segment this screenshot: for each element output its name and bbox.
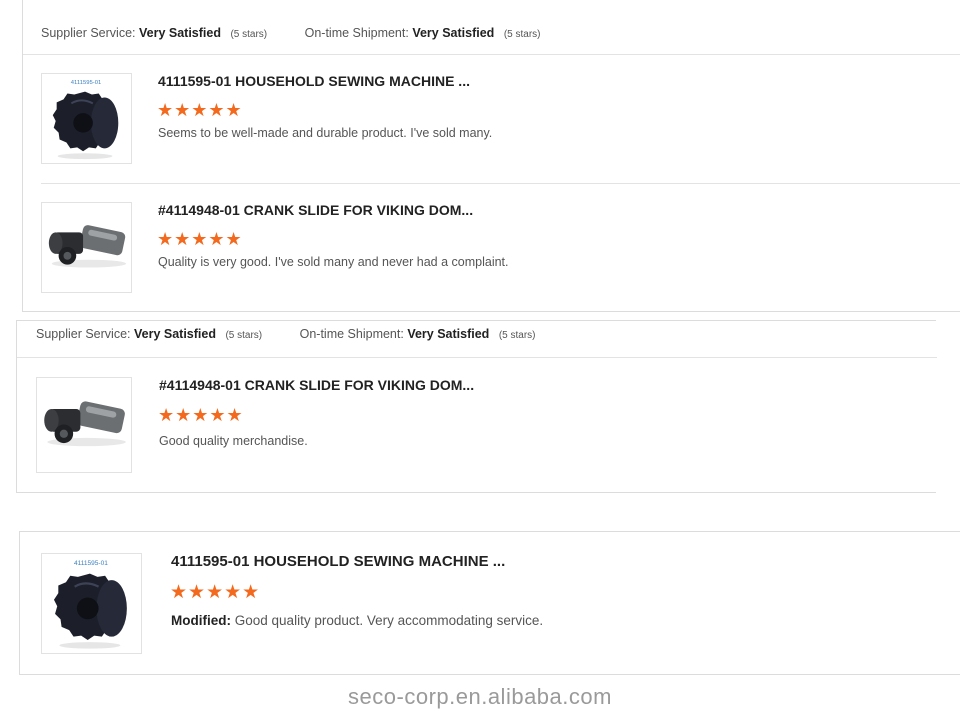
product-title-link[interactable]: #4114948-01 CRANK SLIDE FOR VIKING DOM..…: [158, 202, 473, 218]
knob-part-icon: 4111595-01: [53, 560, 127, 649]
shipment-rating: On-time Shipment: Very Satisfied (5 star…: [300, 327, 536, 341]
star-rating: ★★★★★: [170, 582, 261, 603]
knob-part-icon: 4111595-01: [52, 80, 119, 160]
star-rating: ★★★★★: [157, 229, 243, 249]
supplier-service-stars: (5 stars): [230, 29, 268, 40]
thumb-caption: 4111595-01: [71, 80, 101, 86]
review-text: Good quality merchandise.: [159, 434, 308, 448]
supplier-service-stars: (5 stars): [225, 330, 263, 341]
review-text: Quality is very good. I've sold many and…: [158, 255, 509, 269]
supplier-service-label: Supplier Service:: [41, 26, 136, 40]
divider: [41, 183, 960, 184]
crank-slide-icon: [44, 401, 126, 447]
shipment-label: On-time Shipment:: [299, 327, 404, 341]
shipment-label: On-time Shipment:: [304, 26, 409, 40]
product-thumbnail[interactable]: 4111595-01: [41, 73, 132, 164]
review-card-2: Supplier Service: Very Satisfied (5 star…: [16, 320, 937, 493]
product-thumbnail[interactable]: 4111595-01: [41, 553, 142, 654]
review-body: Good quality product. Very accommodating…: [234, 613, 544, 628]
thumb-caption: 4111595-01: [74, 560, 108, 567]
modified-label: Modified:: [171, 613, 231, 628]
supplier-service-label: Supplier Service:: [36, 327, 131, 341]
supplier-service-value: Very Satisfied: [138, 26, 221, 40]
rating-summary: Supplier Service: Very Satisfied (5 star…: [36, 327, 535, 341]
review-text: Seems to be well-made and durable produc…: [158, 126, 493, 140]
supplier-service-value: Very Satisfied: [133, 327, 216, 341]
product-thumbnail[interactable]: [36, 377, 132, 473]
watermark-text: seco-corp.en.alibaba.com: [348, 684, 612, 709]
divider: [17, 357, 937, 358]
supplier-service-rating: Supplier Service: Very Satisfied (5 star…: [36, 327, 262, 341]
shipment-value: Very Satisfied: [412, 26, 495, 40]
star-rating: ★★★★★: [158, 405, 244, 425]
product-title-link[interactable]: 4111595-01 HOUSEHOLD SEWING MACHINE ...: [171, 553, 505, 570]
shipment-stars: (5 stars): [498, 330, 536, 341]
shipment-rating: On-time Shipment: Very Satisfied (5 star…: [305, 26, 541, 40]
shipment-stars: (5 stars): [503, 29, 541, 40]
review-card-1: Supplier Service: Very Satisfied (5 star…: [22, 0, 960, 312]
product-title-link[interactable]: 4111595-01 HOUSEHOLD SEWING MACHINE ...: [158, 73, 470, 89]
shipment-value: Very Satisfied: [407, 327, 490, 341]
product-thumbnail[interactable]: [41, 202, 132, 293]
crank-slide-icon: [48, 225, 127, 268]
supplier-service-rating: Supplier Service: Very Satisfied (5 star…: [41, 26, 267, 40]
star-rating: ★★★★★: [157, 100, 243, 120]
product-title-link[interactable]: #4114948-01 CRANK SLIDE FOR VIKING DOM..…: [159, 377, 474, 393]
divider: [23, 54, 960, 55]
rating-summary: Supplier Service: Very Satisfied (5 star…: [41, 26, 540, 40]
review-text: Modified: Good quality product. Very acc…: [171, 613, 543, 628]
review-card-3: 4111595-01 4111595-01 HOUSEHOLD SEWING M…: [19, 531, 960, 675]
